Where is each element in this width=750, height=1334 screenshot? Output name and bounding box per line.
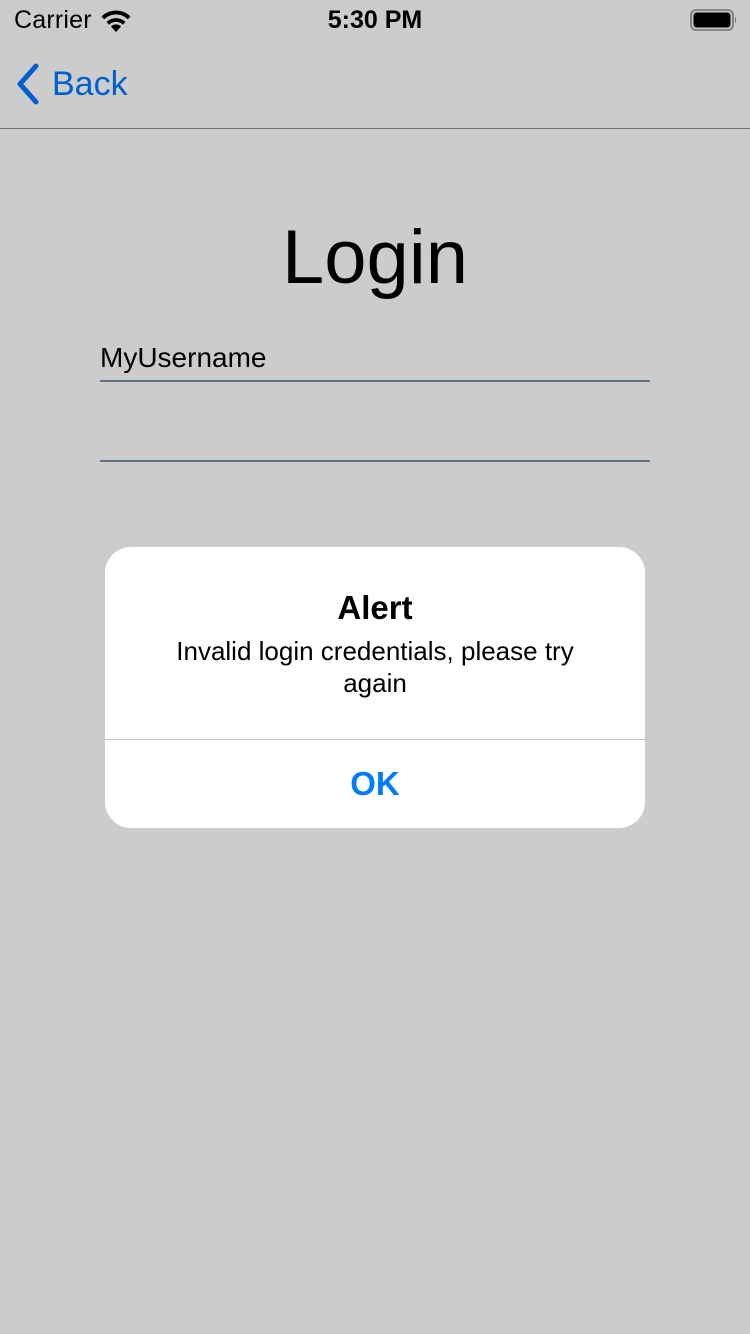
ok-button[interactable]: OK: [105, 740, 645, 828]
alert-title: Alert: [337, 589, 413, 626]
alert-dialog: Alert Invalid login credentials, please …: [105, 547, 645, 828]
alert-message: Invalid login credentials, please try ag…: [176, 636, 574, 698]
